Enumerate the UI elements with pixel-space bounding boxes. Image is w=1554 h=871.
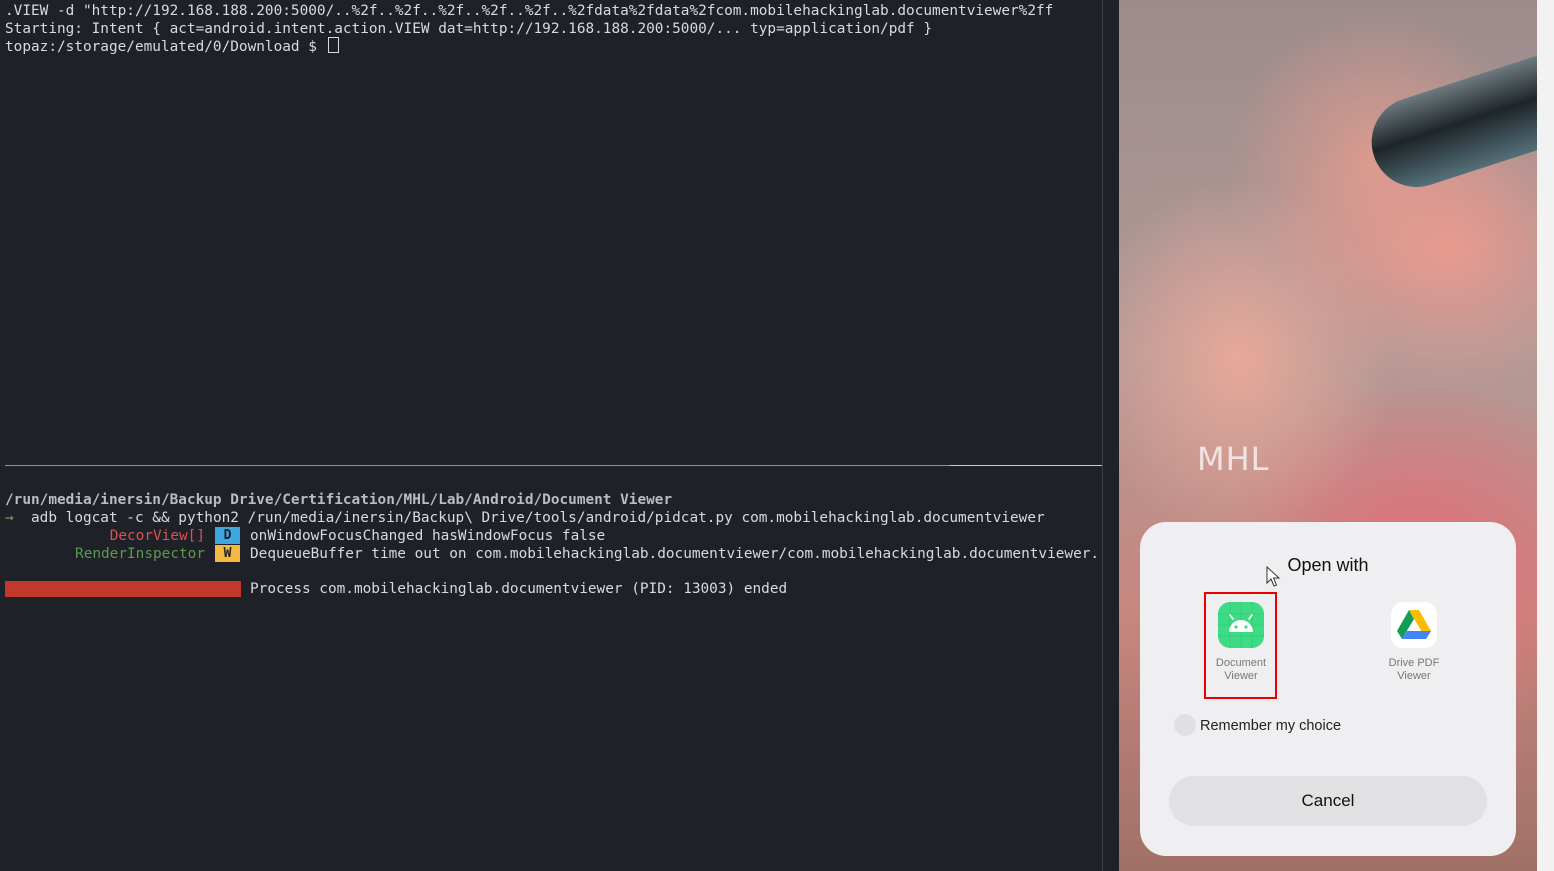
terminal-prompt-line[interactable]: topaz:/storage/emulated/0/Download $: [5, 37, 339, 56]
open-with-dialog: Open with Document Viewer Drive PDF View…: [1140, 522, 1516, 856]
prompt-arrow-icon: →: [5, 510, 14, 526]
wallpaper-text: MHL: [1197, 440, 1270, 478]
screen-edge: [1537, 0, 1554, 871]
terminal-line-starting-intent: Starting: Intent { act=android.intent.ac…: [5, 21, 933, 37]
log-tag-decorview: DecorView[]: [109, 528, 205, 544]
selection-highlight-box: [1204, 592, 1277, 699]
terminal-line-command-tail: .VIEW -d "http://192.168.188.200:5000/..…: [5, 3, 1054, 19]
log-level-badge-debug: D: [215, 527, 240, 544]
process-ended-message: Process com.mobilehackinglab.documentvie…: [250, 581, 788, 597]
remember-choice-checkbox[interactable]: [1174, 714, 1196, 736]
adb-command: adb logcat -c && python2 /run/media/iner…: [31, 510, 1045, 526]
command-line: → adb logcat -c && python2 /run/media/in…: [5, 509, 1045, 527]
process-ended-marker: [5, 581, 241, 597]
cancel-button[interactable]: Cancel: [1169, 776, 1487, 826]
dialog-title: Open with: [1287, 555, 1369, 575]
terminal-window[interactable]: .VIEW -d "http://192.168.188.200:5000/..…: [0, 0, 1103, 871]
app-label-line2: Viewer: [1397, 670, 1431, 682]
pane-divider-inactive: [950, 465, 1103, 466]
terminal-cursor: [327, 37, 339, 53]
window-gap: [1103, 0, 1119, 871]
log-level-badge-warning: W: [215, 545, 240, 562]
log-message: onWindowFocusChanged hasWindowFocus fals…: [250, 528, 606, 544]
log-tag-renderinspector: RenderInspector: [75, 546, 205, 562]
pane-divider: [5, 465, 950, 466]
app-option-drive-pdf-viewer[interactable]: Drive PDF Viewer: [1369, 602, 1459, 683]
app-label-line1: Drive PDF: [1388, 657, 1440, 669]
mouse-pointer-icon: [1266, 566, 1281, 587]
log-message: DequeueBuffer time out on com.mobilehack…: [250, 546, 1100, 562]
remember-choice-label[interactable]: Remember my choice: [1200, 718, 1341, 734]
wallpaper-pen-image: [1359, 51, 1537, 199]
android-screen[interactable]: MHL Open with Document Viewer Drive PDF …: [1119, 0, 1537, 871]
google-drive-icon: [1391, 602, 1437, 648]
shell-prompt: topaz:/storage/emulated/0/Download $: [5, 39, 326, 55]
current-directory: /run/media/inersin/Backup Drive/Certific…: [5, 492, 673, 508]
